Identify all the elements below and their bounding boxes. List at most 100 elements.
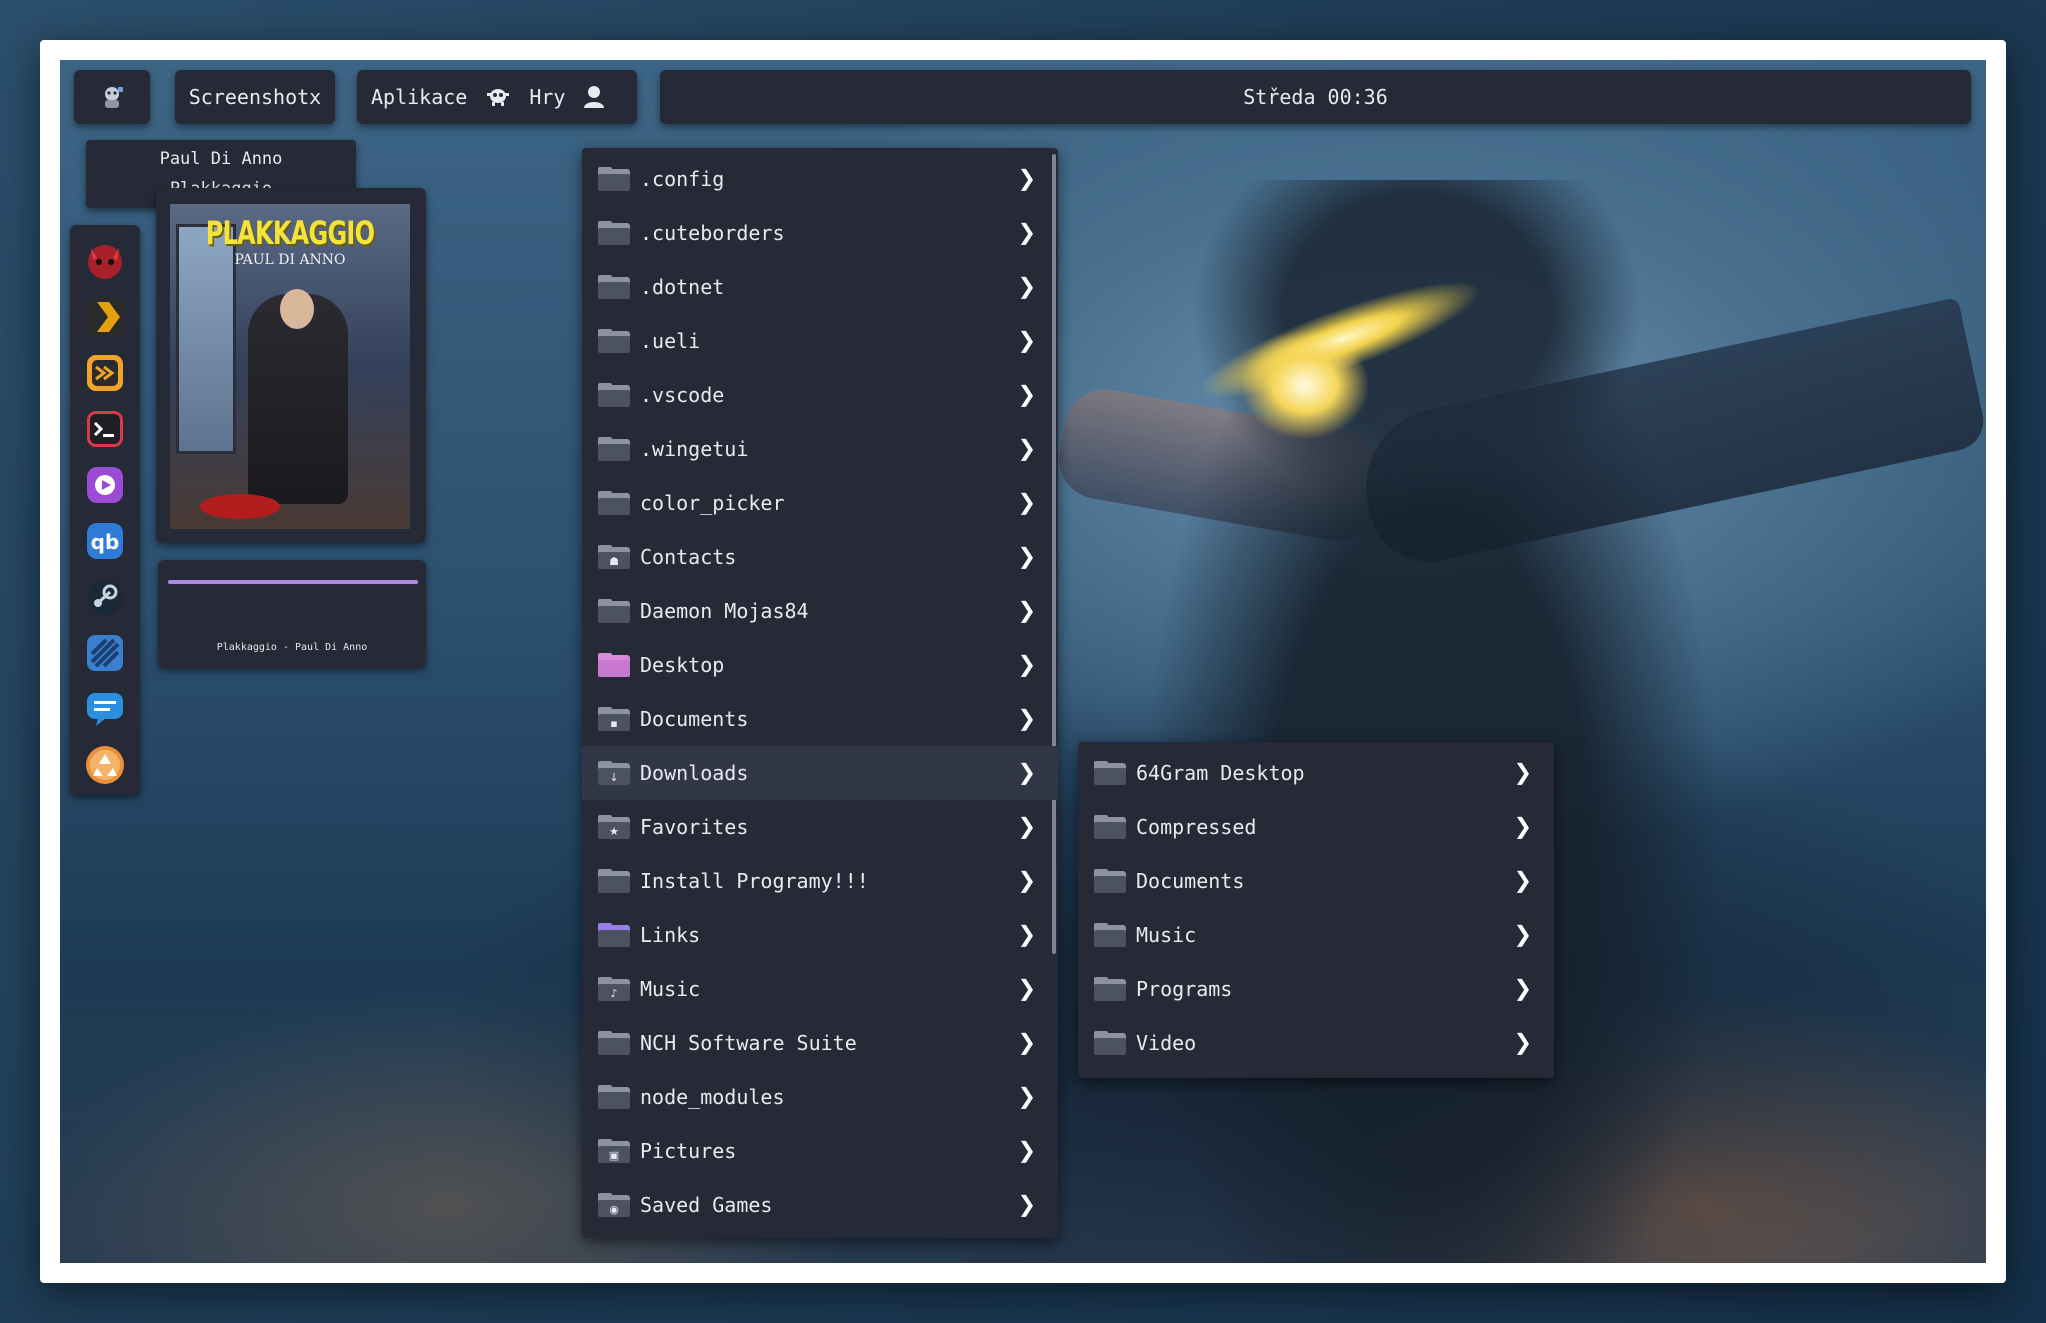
menu-item-label: Documents — [1136, 869, 1245, 893]
terminal-icon[interactable] — [82, 407, 128, 451]
chevron-right-icon: ❯ — [1017, 220, 1036, 246]
alien-icon[interactable] — [485, 86, 511, 108]
menu-item-label: color_picker — [640, 491, 785, 515]
folder-glyph: ☗ — [609, 554, 619, 568]
steam-icon[interactable] — [82, 575, 128, 619]
chevron-right-icon: ❯ — [1017, 598, 1036, 624]
folder-icon — [1094, 977, 1126, 1001]
menu-item-music[interactable]: Music ❯ — [1078, 908, 1554, 962]
menu-item-wingetui[interactable]: .wingetui ❯ — [582, 422, 1058, 476]
album-cover-card[interactable]: PLAKKAGGIO PAUL DI ANNO — [156, 188, 426, 543]
menu-item-64gram-desktop[interactable]: 64Gram Desktop ❯ — [1078, 746, 1554, 800]
menu-item-programs[interactable]: Programs ❯ — [1078, 962, 1554, 1016]
menu-item-compressed[interactable]: Compressed ❯ — [1078, 800, 1554, 854]
menu-item-links[interactable]: Links ❯ — [582, 908, 1058, 962]
menu-item-label: .vscode — [640, 383, 725, 407]
devil-icon[interactable] — [82, 239, 128, 283]
menu-item-music[interactable]: ♪ Music ❯ — [582, 962, 1058, 1016]
menu-item-ueli[interactable]: .ueli ❯ — [582, 314, 1058, 368]
menu-item-label: Install Programy!!! — [640, 869, 869, 893]
folder-icon — [598, 653, 630, 677]
menu-item-label: Favorites — [640, 815, 749, 839]
menu-item-desktop[interactable]: Desktop ❯ — [582, 638, 1058, 692]
chevron-right-icon: ❯ — [1017, 652, 1036, 678]
clock[interactable]: Středa 00:36 — [660, 70, 1971, 124]
menu-item-label: Contacts — [640, 545, 737, 569]
folder-glyph: ◉ — [609, 1202, 619, 1216]
svg-text:qb: qb — [91, 530, 120, 554]
menu-item-label: .dotnet — [640, 275, 725, 299]
menu-item-saved-games[interactable]: ◉ Saved Games ❯ — [582, 1178, 1058, 1232]
chevron-right-icon: ❯ — [1017, 166, 1036, 192]
user-icon[interactable] — [583, 85, 605, 109]
folder-icon — [598, 1085, 630, 1109]
wallpaper-figure — [1110, 180, 1750, 1263]
menu-item-vscode[interactable]: .vscode ❯ — [582, 368, 1058, 422]
folder-icon — [1094, 869, 1126, 893]
folder-icon — [598, 923, 630, 947]
media-player-icon[interactable] — [82, 463, 128, 507]
menu-item-color-picker[interactable]: color_picker ❯ — [582, 476, 1058, 530]
menu-item-nch-software-suite[interactable]: NCH Software Suite ❯ — [582, 1016, 1058, 1070]
menu-item-node-modules[interactable]: node_modules ❯ — [582, 1070, 1058, 1124]
menu-item-downloads[interactable]: ↓ Downloads ❯ — [582, 746, 1058, 800]
apps-button[interactable]: Aplikace — [371, 85, 467, 109]
folder-icon — [598, 869, 630, 893]
menu-item-pictures[interactable]: ▣ Pictures ❯ — [582, 1124, 1058, 1178]
folder-glyph: ↓ — [609, 770, 619, 784]
folder-icon — [598, 275, 630, 299]
menu-item-config[interactable]: .config ❯ — [582, 152, 1058, 206]
menu-item-documents[interactable]: Documents ❯ — [1078, 854, 1554, 908]
folder-menu: .config ❯ .cuteborders ❯ .dotnet ❯ .ueli ❯ .vsco… — [582, 148, 1058, 1238]
cover-blood — [200, 494, 280, 519]
menu-item-cuteborders[interactable]: .cuteborders ❯ — [582, 206, 1058, 260]
downloads-submenu: 64Gram Desktop ❯ Compressed ❯ Documents ❯ Musi… — [1078, 742, 1554, 1078]
progress-bar[interactable] — [168, 580, 418, 584]
cover-title: PLAKKAGGIO — [205, 214, 375, 252]
folder-icon: ▪ — [598, 707, 630, 731]
chevron-right-icon: ❯ — [1017, 490, 1036, 516]
chevron-right-icon: ❯ — [1017, 1030, 1036, 1056]
media-player-widget[interactable]: Plakkaggio - Paul Di Anno — [158, 560, 426, 668]
menu-item-label: .wingetui — [640, 437, 749, 461]
menu-item-label: NCH Software Suite — [640, 1031, 857, 1055]
qbittorrent-icon[interactable]: qb — [82, 519, 128, 563]
folder-icon — [1094, 923, 1126, 947]
menu-item-label: Compressed — [1136, 815, 1257, 839]
wallpaper-glow-core — [1240, 330, 1370, 440]
chevron-right-icon: ❯ — [1513, 922, 1532, 948]
menu-item-contacts[interactable]: ☗ Contacts ❯ — [582, 530, 1058, 584]
menu-item-documents[interactable]: ▪ Documents ❯ — [582, 692, 1058, 746]
menu-item-daemon-mojas84[interactable]: Daemon Mojas84 ❯ — [582, 584, 1058, 638]
folder-icon — [598, 221, 630, 245]
menu-item-video[interactable]: Video ❯ — [1078, 1016, 1554, 1070]
menu-item-install-programy[interactable]: Install Programy!!! ❯ — [582, 854, 1058, 908]
zebra-app-icon[interactable] — [82, 631, 128, 675]
menu-item-label: Links — [640, 923, 701, 947]
chevron-right-icon: ❯ — [1017, 1084, 1036, 1110]
menu-item-favorites[interactable]: ★ Favorites ❯ — [582, 800, 1058, 854]
chevron-right-icon: ❯ — [1513, 814, 1532, 840]
active-window-title[interactable]: Screenshotx — [175, 70, 335, 124]
app-logo-button[interactable] — [74, 70, 150, 124]
chat-icon[interactable] — [82, 687, 128, 731]
folder-icon — [598, 599, 630, 623]
dock: qb — [70, 225, 140, 795]
menu-item-dotnet[interactable]: .dotnet ❯ — [582, 260, 1058, 314]
folder-icon — [1094, 815, 1126, 839]
chevron-right-icon: ❯ — [1017, 436, 1036, 462]
arrow-app-icon[interactable] — [82, 351, 128, 395]
chevron-right-icon: ❯ — [1017, 382, 1036, 408]
games-button[interactable]: Hry — [529, 85, 565, 109]
folder-icon — [1094, 1031, 1126, 1055]
folder-icon: ★ — [598, 815, 630, 839]
folder-glyph: ▣ — [608, 1148, 620, 1162]
folder-icon — [598, 383, 630, 407]
cover-artist: PAUL DI ANNO — [234, 252, 346, 268]
chevron-right-icon: ❯ — [1513, 976, 1532, 1002]
plex-icon[interactable] — [82, 295, 128, 339]
recycle-icon[interactable] — [82, 743, 128, 787]
chevron-right-icon: ❯ — [1017, 274, 1036, 300]
chevron-right-icon: ❯ — [1017, 760, 1036, 786]
menu-item-label: Documents — [640, 707, 749, 731]
